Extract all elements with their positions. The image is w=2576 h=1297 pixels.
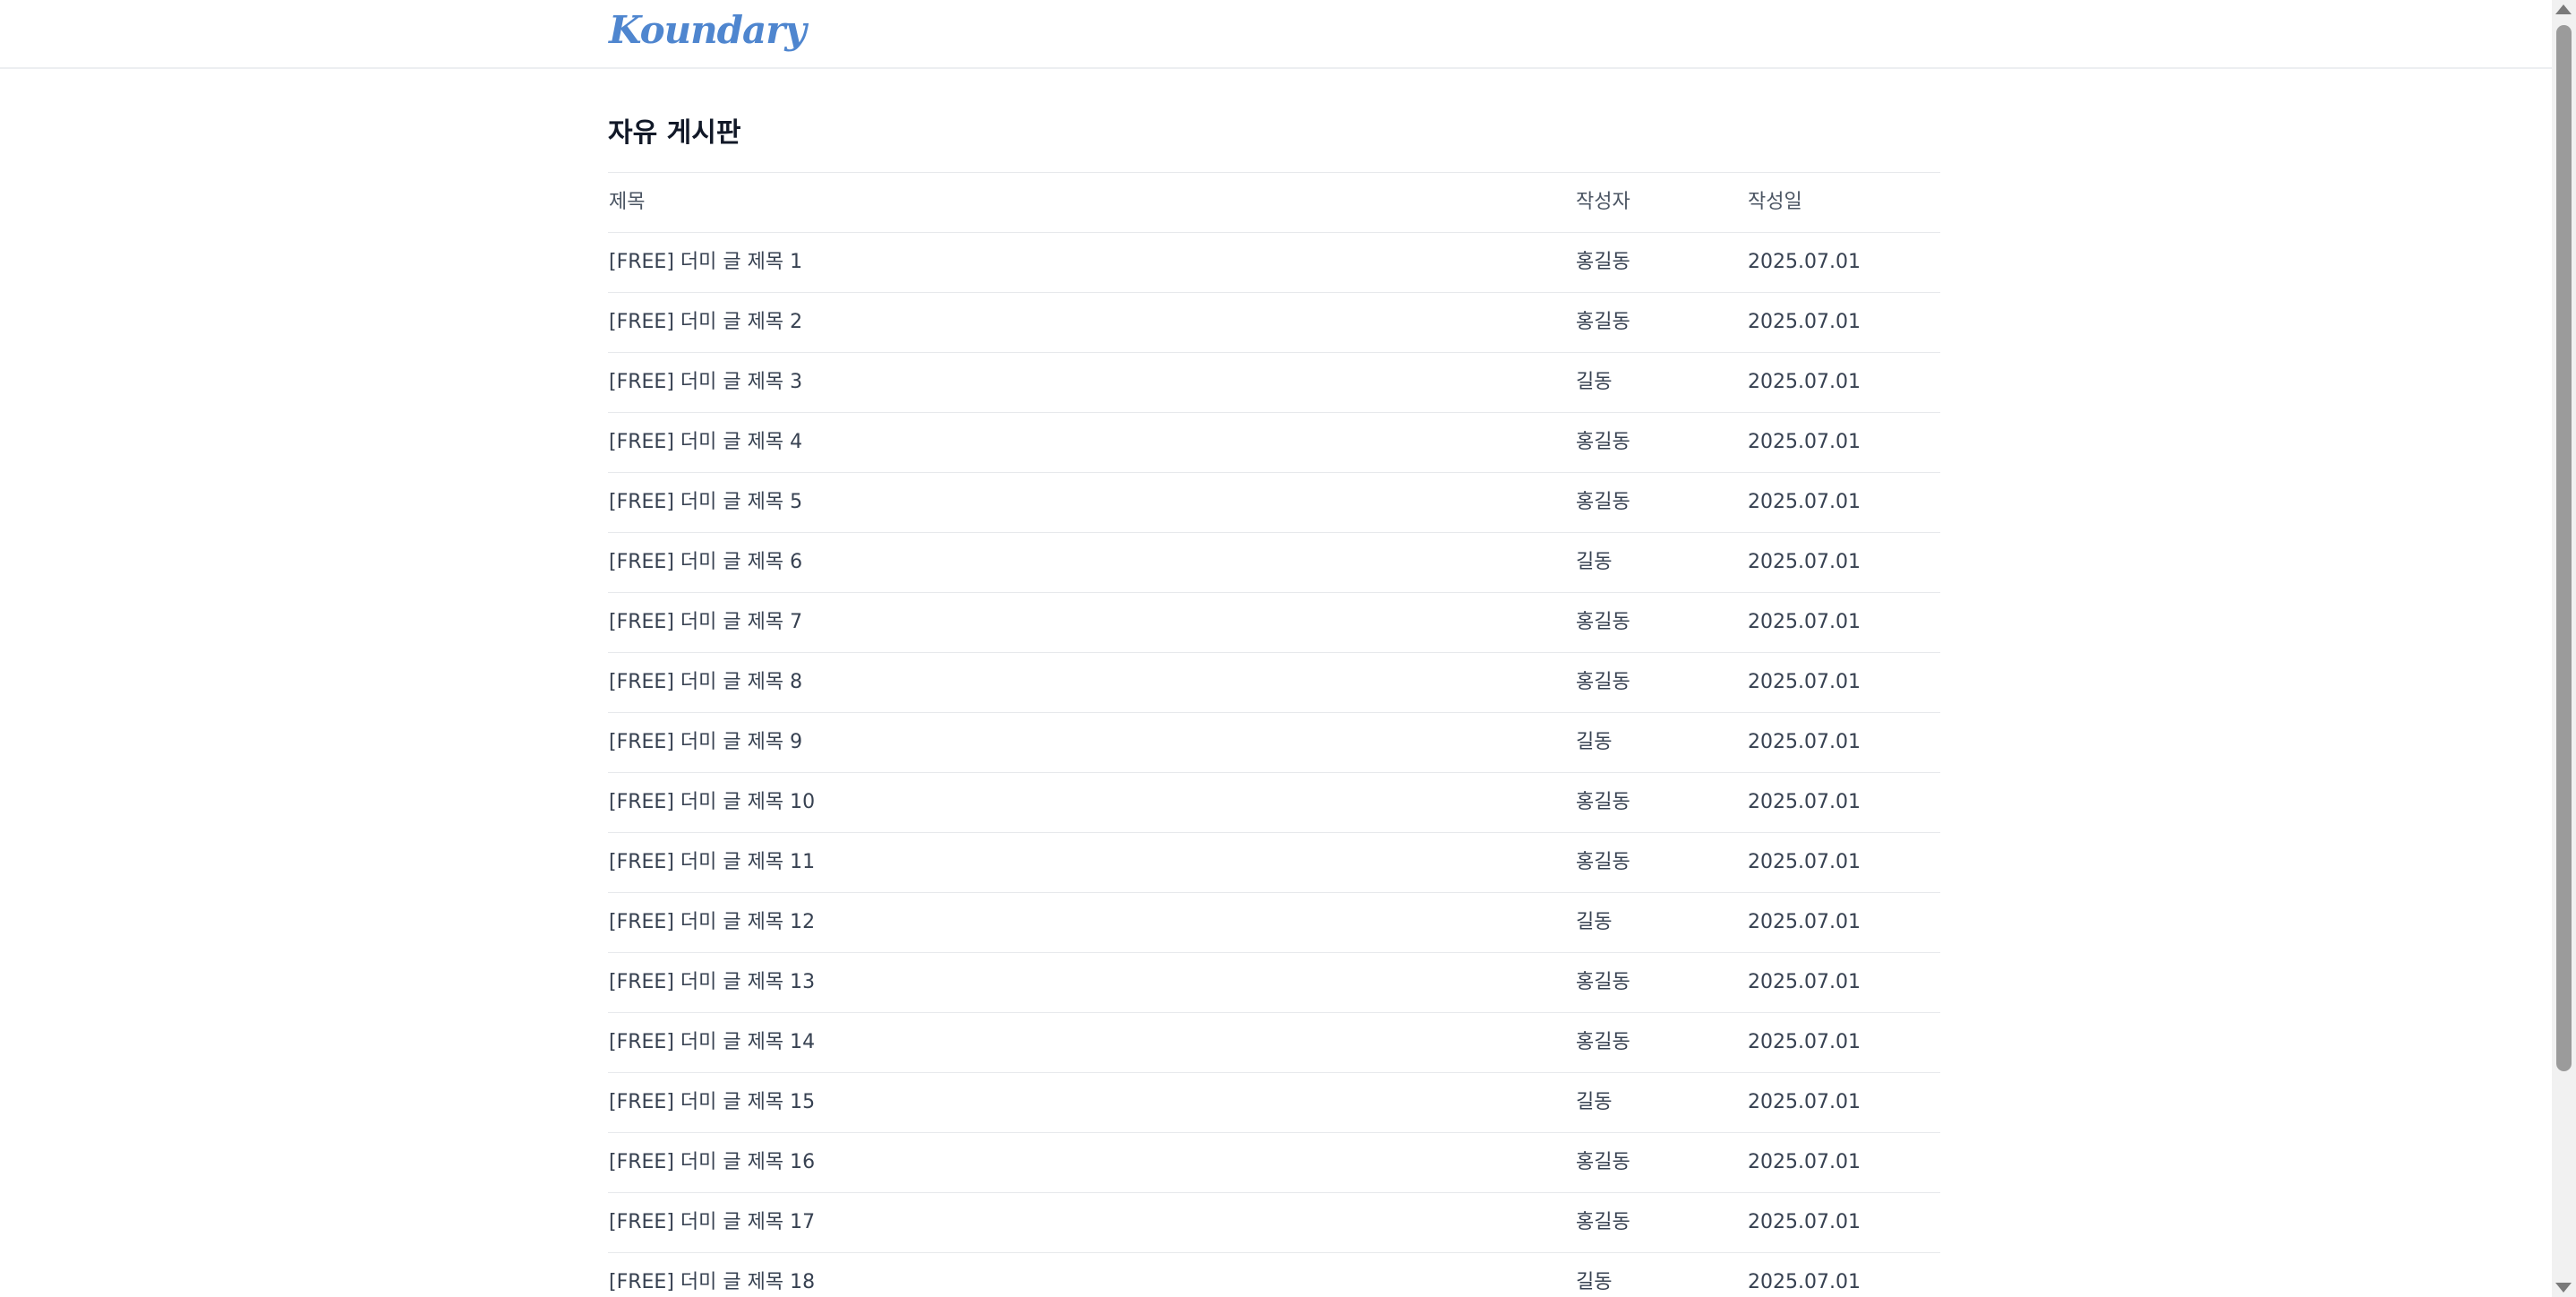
post-title[interactable]: [FREE] 더미 글 제목 1 bbox=[609, 233, 802, 292]
post-author: 홍길동 bbox=[1576, 791, 1630, 813]
table-row[interactable]: [FREE] 더미 글 제목 6 길동 2025.07.01 bbox=[608, 532, 1940, 592]
post-author: 홍길동 bbox=[1576, 671, 1630, 693]
table-row[interactable]: [FREE] 더미 글 제목 17 홍길동 2025.07.01 bbox=[608, 1192, 1940, 1252]
page-title: 자유 게시판 bbox=[608, 117, 741, 149]
column-header-title: 제목 bbox=[609, 191, 646, 213]
post-author: 홍길동 bbox=[1576, 251, 1630, 273]
post-title[interactable]: [FREE] 더미 글 제목 3 bbox=[609, 353, 802, 412]
post-date: 2025.07.01 bbox=[1748, 491, 1861, 513]
post-title[interactable]: [FREE] 더미 글 제목 5 bbox=[609, 473, 802, 532]
table-row[interactable]: [FREE] 더미 글 제목 7 홍길동 2025.07.01 bbox=[608, 592, 1940, 652]
table-row[interactable]: [FREE] 더미 글 제목 4 홍길동 2025.07.01 bbox=[608, 412, 1940, 472]
post-date: 2025.07.01 bbox=[1748, 1151, 1861, 1173]
table-row[interactable]: [FREE] 더미 글 제목 2 홍길동 2025.07.01 bbox=[608, 292, 1940, 352]
table-row[interactable]: [FREE] 더미 글 제목 11 홍길동 2025.07.01 bbox=[608, 832, 1940, 892]
post-date: 2025.07.01 bbox=[1748, 431, 1861, 453]
post-title[interactable]: [FREE] 더미 글 제목 18 bbox=[609, 1253, 815, 1297]
chevron-up-icon[interactable] bbox=[2555, 4, 2572, 14]
post-date: 2025.07.01 bbox=[1748, 851, 1861, 873]
post-title[interactable]: [FREE] 더미 글 제목 9 bbox=[609, 713, 802, 772]
post-title[interactable]: [FREE] 더미 글 제목 2 bbox=[609, 293, 802, 352]
table-row[interactable]: [FREE] 더미 글 제목 13 홍길동 2025.07.01 bbox=[608, 952, 1940, 1012]
post-author: 홍길동 bbox=[1576, 491, 1630, 513]
post-title[interactable]: [FREE] 더미 글 제목 11 bbox=[609, 833, 815, 892]
post-date: 2025.07.01 bbox=[1748, 1091, 1861, 1113]
column-header-author: 작성자 bbox=[1576, 191, 1630, 213]
post-author: 홍길동 bbox=[1576, 1031, 1630, 1053]
post-title[interactable]: [FREE] 더미 글 제목 7 bbox=[609, 593, 802, 652]
post-date: 2025.07.01 bbox=[1748, 671, 1861, 693]
post-author: 홍길동 bbox=[1576, 611, 1630, 633]
post-title[interactable]: [FREE] 더미 글 제목 4 bbox=[609, 413, 802, 472]
post-date: 2025.07.01 bbox=[1748, 251, 1861, 273]
post-title[interactable]: [FREE] 더미 글 제목 6 bbox=[609, 533, 802, 592]
vertical-scrollbar[interactable] bbox=[2552, 0, 2576, 1297]
top-navigation-bar: Koundary bbox=[0, 0, 2552, 69]
post-author: 홍길동 bbox=[1576, 1211, 1630, 1233]
post-title[interactable]: [FREE] 더미 글 제목 13 bbox=[609, 953, 815, 1012]
post-date: 2025.07.01 bbox=[1748, 551, 1861, 573]
post-author: 길동 bbox=[1576, 1271, 1613, 1293]
table-row[interactable]: [FREE] 더미 글 제목 10 홍길동 2025.07.01 bbox=[608, 772, 1940, 832]
post-title[interactable]: [FREE] 더미 글 제목 16 bbox=[609, 1133, 815, 1192]
post-author: 홍길동 bbox=[1576, 431, 1630, 453]
post-author: 홍길동 bbox=[1576, 311, 1630, 333]
chevron-down-icon[interactable] bbox=[2555, 1283, 2572, 1293]
post-title[interactable]: [FREE] 더미 글 제목 15 bbox=[609, 1073, 815, 1132]
post-date: 2025.07.01 bbox=[1748, 1031, 1861, 1053]
post-author: 길동 bbox=[1576, 911, 1613, 933]
post-date: 2025.07.01 bbox=[1748, 611, 1861, 633]
scrollbar-thumb[interactable] bbox=[2556, 25, 2572, 1071]
table-row[interactable]: [FREE] 더미 글 제목 15 길동 2025.07.01 bbox=[608, 1072, 1940, 1132]
post-author: 길동 bbox=[1576, 551, 1613, 573]
post-title[interactable]: [FREE] 더미 글 제목 10 bbox=[609, 773, 815, 832]
post-date: 2025.07.01 bbox=[1748, 911, 1861, 933]
table-row[interactable]: [FREE] 더미 글 제목 5 홍길동 2025.07.01 bbox=[608, 472, 1940, 532]
table-row[interactable]: [FREE] 더미 글 제목 18 길동 2025.07.01 bbox=[608, 1252, 1940, 1297]
post-title[interactable]: [FREE] 더미 글 제목 17 bbox=[609, 1193, 815, 1252]
post-date: 2025.07.01 bbox=[1748, 1271, 1861, 1293]
table-header-row: 제목 작성자 작성일 bbox=[608, 172, 1940, 232]
post-author: 길동 bbox=[1576, 1091, 1613, 1113]
post-date: 2025.07.01 bbox=[1748, 731, 1861, 753]
post-title[interactable]: [FREE] 더미 글 제목 14 bbox=[609, 1013, 815, 1072]
table-row[interactable]: [FREE] 더미 글 제목 9 길동 2025.07.01 bbox=[608, 712, 1940, 772]
post-date: 2025.07.01 bbox=[1748, 1211, 1861, 1233]
table-row[interactable]: [FREE] 더미 글 제목 16 홍길동 2025.07.01 bbox=[608, 1132, 1940, 1192]
table-row[interactable]: [FREE] 더미 글 제목 3 길동 2025.07.01 bbox=[608, 352, 1940, 412]
table-row[interactable]: [FREE] 더미 글 제목 14 홍길동 2025.07.01 bbox=[608, 1012, 1940, 1072]
post-date: 2025.07.01 bbox=[1748, 791, 1861, 813]
post-author: 홍길동 bbox=[1576, 1151, 1630, 1173]
post-date: 2025.07.01 bbox=[1748, 371, 1861, 393]
post-date: 2025.07.01 bbox=[1748, 311, 1861, 333]
column-header-date: 작성일 bbox=[1748, 191, 1802, 213]
table-row[interactable]: [FREE] 더미 글 제목 1 홍길동 2025.07.01 bbox=[608, 232, 1940, 292]
post-table: 제목 작성자 작성일 [FREE] 더미 글 제목 1 홍길동 2025.07.… bbox=[608, 172, 1940, 1297]
post-author: 길동 bbox=[1576, 371, 1613, 393]
koundary-logo[interactable]: Koundary bbox=[609, 5, 807, 56]
post-author: 홍길동 bbox=[1576, 971, 1630, 993]
post-title[interactable]: [FREE] 더미 글 제목 8 bbox=[609, 653, 802, 712]
post-author: 홍길동 bbox=[1576, 851, 1630, 873]
post-author: 길동 bbox=[1576, 731, 1613, 753]
table-row[interactable]: [FREE] 더미 글 제목 12 길동 2025.07.01 bbox=[608, 892, 1940, 952]
post-title[interactable]: [FREE] 더미 글 제목 12 bbox=[609, 893, 815, 952]
table-row[interactable]: [FREE] 더미 글 제목 8 홍길동 2025.07.01 bbox=[608, 652, 1940, 712]
post-date: 2025.07.01 bbox=[1748, 971, 1861, 993]
